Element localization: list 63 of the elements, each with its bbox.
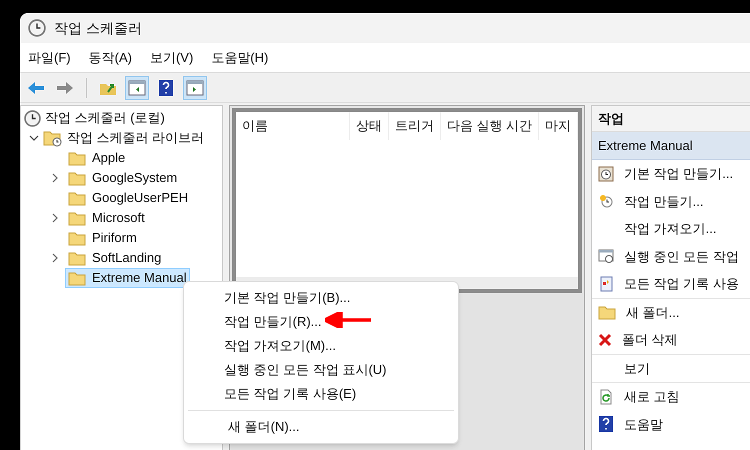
column-header[interactable]: 마지 [539, 112, 578, 140]
context-menu-item[interactable]: 실행 중인 모든 작업 표시(U) [184, 358, 458, 382]
toolbar-button[interactable] [125, 76, 149, 100]
tree-item[interactable]: GoogleUserPEH [65, 188, 192, 208]
context-menu-item[interactable]: 작업 가져오기(M)... [184, 334, 458, 358]
action-item[interactable]: 도움말 [592, 410, 750, 438]
context-menu-item[interactable]: 모든 작업 기록 사용(E) [184, 382, 458, 406]
refresh-icon [598, 388, 614, 405]
column-header[interactable]: 이름 [236, 112, 350, 140]
folder-clock-icon [43, 130, 63, 146]
column-header[interactable]: 트리거 [388, 112, 441, 140]
pane-left-icon [128, 80, 146, 96]
menu-item[interactable]: 보기(V) [150, 48, 194, 68]
context-menu-item[interactable]: 새 폴더(N)... [188, 415, 454, 439]
action-item[interactable]: 보기 [592, 354, 750, 382]
action-item[interactable]: 작업 만들기... [592, 188, 750, 215]
column-header[interactable]: 상태 [350, 112, 389, 140]
clock-icon [28, 19, 46, 37]
menu-item[interactable]: 파일(F) [28, 48, 71, 68]
folder-icon [68, 270, 86, 286]
folder-icon [68, 230, 86, 246]
column-header[interactable]: 다음 실행 시간 [440, 112, 539, 140]
tree-item[interactable]: Extreme Manual [65, 268, 190, 288]
menu-item[interactable]: 동작(A) [88, 48, 132, 68]
pane-right-icon [186, 80, 204, 96]
pointer-arrow [325, 312, 371, 328]
window-clock-icon [598, 248, 614, 264]
folder-icon [68, 170, 86, 186]
clock-star-icon [598, 193, 614, 210]
action-item[interactable]: 기본 작업 만들기... [592, 160, 750, 188]
toolbar-button[interactable] [183, 76, 207, 100]
clock-icon [24, 110, 41, 126]
pane-header: 작업 [592, 106, 750, 132]
tree-item[interactable]: Piriform [65, 228, 140, 248]
tree-item[interactable]: GoogleSystem [65, 168, 180, 188]
forward-arrow-icon [56, 80, 74, 94]
folder-icon [68, 250, 86, 266]
action-item[interactable]: 새로 고침 [592, 383, 750, 410]
tree-item[interactable]: Microsoft [65, 208, 148, 228]
menu-item[interactable]: 도움말(H) [211, 48, 268, 68]
tree-item[interactable]: 작업 스케줄러 라이브러 [21, 128, 222, 148]
action-item[interactable]: 작업 가져오기... [592, 215, 750, 242]
action-item[interactable]: 폴더 삭제 [592, 326, 750, 354]
clock-card-icon [598, 166, 614, 182]
folder-icon [68, 150, 86, 166]
tree-item[interactable]: Apple [65, 148, 128, 168]
help-icon [598, 415, 614, 434]
section-header[interactable]: Extreme Manual [592, 132, 750, 160]
folder-icon [68, 190, 86, 206]
window-title: 작업 스케줄러 [54, 18, 142, 38]
tree-item[interactable]: SoftLanding [65, 248, 164, 268]
help-icon [158, 78, 174, 96]
context-menu-item[interactable]: 기본 작업 만들기(B)... [184, 286, 458, 310]
tree-item[interactable]: 작업 스케줄러 (로컬) [21, 108, 222, 128]
notebook-icon [598, 276, 614, 292]
folder-icon [68, 210, 86, 226]
context-menu-item[interactable]: 작업 만들기(R)... [184, 310, 458, 334]
delete-icon [598, 332, 612, 347]
new-folder-icon [598, 304, 616, 320]
action-item[interactable]: 모든 작업 기록 사용 [592, 270, 750, 298]
action-item[interactable]: 새 폴더... [592, 298, 750, 326]
back-arrow-icon [27, 80, 45, 94]
action-item[interactable]: 실행 중인 모든 작업 [592, 242, 750, 270]
